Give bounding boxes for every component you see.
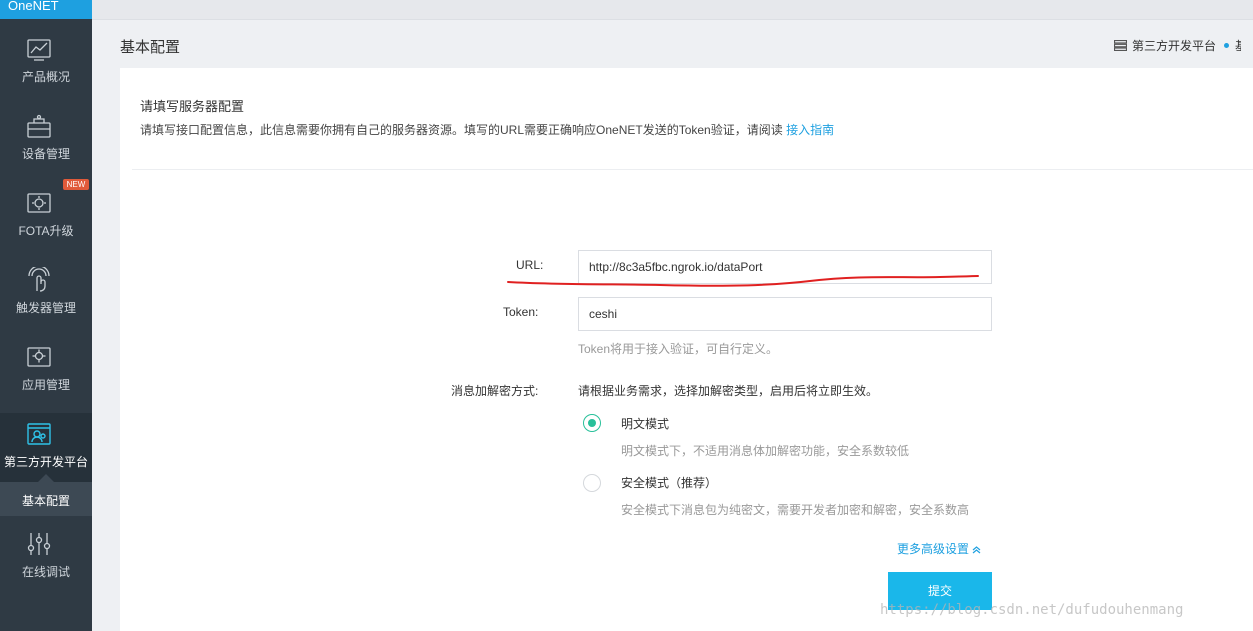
- header-third-party-link[interactable]: 第三方开发平台 基本配置: [1114, 37, 1241, 54]
- intro-desc-text: 请填写接口配置信息，此信息需要你拥有自己的服务器资源。填写的URL需要正确响应O…: [140, 123, 783, 137]
- sidebar-item-debug[interactable]: 在线调试: [0, 523, 92, 597]
- config-card: 请填写服务器配置 请填写接口配置信息，此信息需要你拥有自己的服务器资源。填写的U…: [120, 68, 1253, 631]
- advanced-settings-label: 更多高级设置: [897, 542, 970, 556]
- chevron-up-icon: [972, 546, 981, 554]
- device-icon: [27, 114, 51, 138]
- sidebar-item-label: 应用管理: [21, 378, 70, 392]
- sidebar-item-label: 在线调试: [21, 565, 70, 579]
- sliders-icon: [27, 533, 51, 555]
- touch-icon: [28, 267, 50, 292]
- secure-mode-title: 安全模式（推荐）: [621, 476, 718, 490]
- url-label: URL:: [516, 258, 544, 272]
- chart-icon: [27, 39, 51, 61]
- plaintext-mode-title: 明文模式: [621, 417, 670, 431]
- sidebar-item-label: FOTA升级: [18, 224, 74, 238]
- header-link-label: 第三方开发平台: [1132, 39, 1217, 53]
- url-input[interactable]: [578, 250, 992, 284]
- sidebar-item-label: 触发器管理: [15, 301, 76, 315]
- secure-mode-desc: 安全模式下消息包为纯密文，需要开发者加密和解密，安全系数高: [621, 503, 970, 517]
- separator-dot-icon: [1224, 43, 1230, 48]
- sidebar-subitem-basic-config[interactable]: 基本配置: [0, 482, 92, 516]
- sidebar-item-fota[interactable]: FOTA升级: [0, 182, 92, 256]
- divider: [132, 169, 1253, 170]
- plaintext-mode-desc: 明文模式下，不适用消息体加解密功能，安全系数较低: [621, 444, 910, 458]
- platform-icon: [27, 423, 51, 445]
- brand-logo[interactable]: OneNET: [0, 0, 92, 19]
- sidebar-item-label: 产品概况: [21, 70, 70, 84]
- sidebar-item-devices[interactable]: 设备管理: [0, 105, 92, 179]
- sidebar-item-overview[interactable]: 产品概况: [0, 28, 92, 102]
- token-hint: Token将用于接入验证，可自行定义。: [578, 342, 779, 356]
- fota-icon: [27, 193, 51, 213]
- page-title: 基本配置: [120, 39, 181, 56]
- encrypt-mode-description: 请根据业务需求，选择加解密类型，启用后将立即生效。: [578, 384, 879, 398]
- cut-off-text: 基本配置: [1235, 37, 1241, 54]
- advanced-settings-link[interactable]: 更多高级设置: [897, 540, 981, 557]
- watermark: https://blog.csdn.net/dufudouhenmang: [880, 602, 1184, 618]
- app-icon: [27, 347, 51, 367]
- top-strip: [92, 0, 1253, 20]
- intro-title: 请填写服务器配置: [140, 99, 245, 114]
- sidebar-item-triggers[interactable]: 触发器管理: [0, 259, 92, 333]
- intro-description: 请填写接口配置信息，此信息需要你拥有自己的服务器资源。填写的URL需要正确响应O…: [140, 121, 834, 138]
- token-label: Token:: [503, 305, 539, 319]
- sidebar: OneNET 产品概况 设备管理 FOTA升级 NEW 触发器管理 应用管理 第…: [0, 0, 92, 631]
- encrypt-mode-label: 消息加解密方式:: [451, 384, 539, 398]
- sidebar-item-apps[interactable]: 应用管理: [0, 336, 92, 410]
- radio-secure-mode[interactable]: [583, 474, 601, 492]
- token-input[interactable]: [578, 297, 992, 331]
- sidebar-item-label: 设备管理: [21, 147, 70, 161]
- access-guide-link[interactable]: 接入指南: [786, 123, 834, 137]
- sub-menu-caret: [38, 474, 54, 482]
- radio-plaintext-mode[interactable]: [583, 414, 601, 432]
- list-icon: [1114, 40, 1127, 51]
- new-badge: NEW: [63, 179, 89, 190]
- sidebar-item-label: 第三方开发平台: [3, 455, 88, 469]
